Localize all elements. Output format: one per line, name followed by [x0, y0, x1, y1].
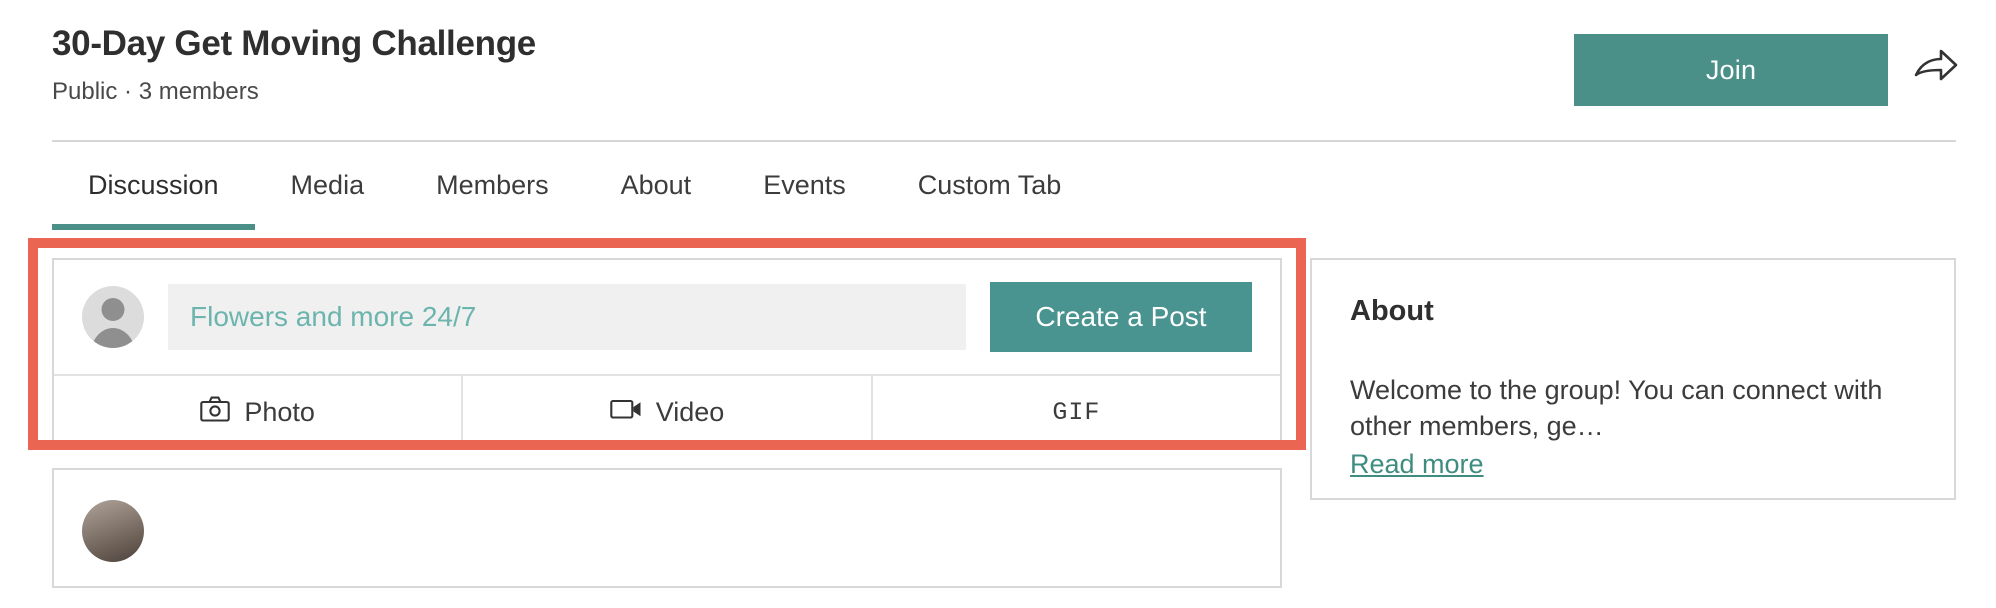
group-header: 30-Day Get Moving Challenge Public · 3 m…	[0, 0, 1996, 140]
post-composer-input[interactable]	[168, 284, 966, 350]
tab-members[interactable]: Members	[400, 142, 585, 201]
add-photo-label: Photo	[244, 396, 315, 427]
tab-about[interactable]: About	[585, 142, 728, 201]
main-column: Create a Post Photo	[28, 238, 1306, 588]
tab-events[interactable]: Events	[727, 142, 882, 201]
tab-members-label: Members	[436, 170, 549, 200]
about-card: About Welcome to the group! You can conn…	[1310, 258, 1956, 500]
add-gif-button[interactable]: GIF	[873, 376, 1280, 448]
content-area: Create a Post Photo	[0, 238, 1996, 588]
tab-media-label: Media	[290, 170, 365, 200]
composer-action-bar: Photo Video GIF	[54, 374, 1280, 448]
join-button[interactable]: Join	[1574, 34, 1888, 106]
share-button[interactable]	[1910, 44, 1962, 96]
add-photo-button[interactable]: Photo	[54, 376, 464, 448]
video-camera-icon	[609, 397, 642, 428]
post-composer-card: Create a Post Photo	[52, 258, 1282, 450]
header-actions: Join	[1574, 34, 1962, 106]
tab-about-label: About	[620, 170, 692, 200]
tab-discussion[interactable]: Discussion	[52, 142, 255, 231]
create-a-post-button[interactable]: Create a Post	[990, 282, 1252, 352]
tab-discussion-label: Discussion	[88, 170, 219, 200]
about-card-title: About	[1350, 295, 1434, 327]
avatar	[82, 500, 144, 562]
post-card	[52, 468, 1282, 588]
read-more-link[interactable]: Read more	[1350, 449, 1484, 480]
composer-row: Create a Post	[54, 260, 1280, 374]
about-card-body: Welcome to the group! You can connect wi…	[1350, 374, 1883, 441]
add-video-label: Video	[655, 396, 725, 427]
tab-custom-tab[interactable]: Custom Tab	[882, 142, 1098, 201]
gif-text-icon: GIF	[1052, 397, 1101, 427]
add-video-button[interactable]: Video	[463, 376, 873, 448]
tab-media[interactable]: Media	[255, 142, 401, 201]
tab-custom-tab-label: Custom Tab	[917, 170, 1062, 200]
share-arrow-icon	[1914, 48, 1958, 93]
default-user-avatar-icon	[82, 286, 144, 348]
tab-events-label: Events	[763, 170, 846, 200]
camera-icon	[200, 396, 231, 429]
tab-bar: Discussion Media Members About Events Cu…	[0, 142, 1996, 244]
sidebar-column: About Welcome to the group! You can conn…	[1310, 244, 1956, 588]
